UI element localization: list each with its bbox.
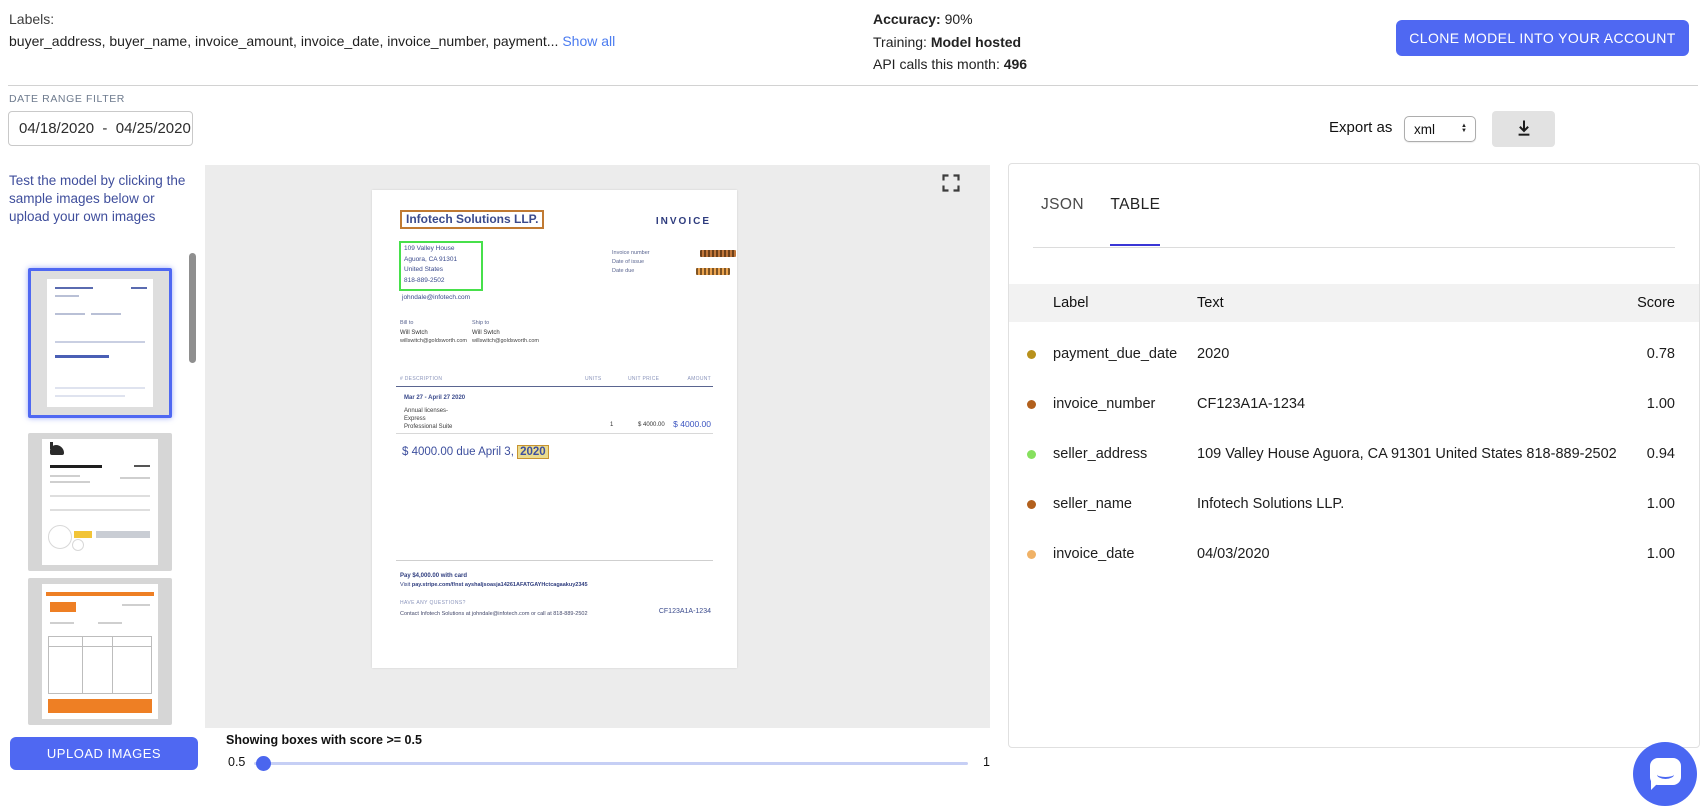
questions-label: HAVE ANY QUESTIONS?	[400, 600, 466, 606]
row-score: 1.00	[1633, 546, 1699, 562]
invoice-meta-labels: Invoice number Date of issue Date due	[612, 249, 650, 276]
pay-link: Visit pay.stripe.com/f/nst ayshaljsoasja…	[400, 582, 588, 588]
export-format-select[interactable]: xml ▲▼	[1404, 116, 1476, 142]
thumbnail-scrollbar[interactable]	[189, 253, 196, 363]
slider-max-label: 1	[983, 755, 990, 769]
export-as-label: Export as	[1329, 119, 1392, 136]
row-score: 0.78	[1633, 346, 1699, 362]
label-color-dot	[1027, 550, 1036, 559]
table-row[interactable]: invoice_date 04/03/2020 1.00	[1009, 536, 1699, 572]
accuracy-stat: Accuracy: 90%	[873, 8, 1027, 31]
row-label: seller_address	[1053, 446, 1197, 462]
row-text: CF123A1A-1234	[1197, 396, 1633, 412]
upload-images-button[interactable]: UPLOAD IMAGES	[10, 737, 198, 770]
score-threshold-text: Showing boxes with score >= 0.5	[226, 733, 422, 747]
label-color-dot	[1027, 450, 1036, 459]
thumbnail-page	[47, 279, 153, 407]
fullscreen-icon	[941, 181, 961, 196]
slider-min-label: 0.5	[228, 755, 245, 769]
export-format-value: xml	[1405, 122, 1457, 137]
row-label: invoice_date	[1053, 546, 1197, 562]
line-item-unit-price: $ 4000.00	[638, 422, 665, 428]
thumbnail-page	[42, 584, 158, 719]
line-item-description: Annual licenses- Express Professional Su…	[404, 407, 452, 431]
row-score: 1.00	[1633, 496, 1699, 512]
tab-json[interactable]: JSON	[1041, 196, 1084, 244]
table-row[interactable]: seller_name Infotech Solutions LLP. 1.00	[1009, 486, 1699, 522]
ship-to-block: Ship to Will Swtch willswitch@goldsworth…	[472, 320, 539, 344]
row-text: 109 Valley House Aguora, CA 91301 United…	[1197, 446, 1633, 462]
sample-thumbnail-3[interactable]	[28, 578, 172, 725]
amount-due-line: $ 4000.00 due April 3, 2020	[402, 446, 549, 458]
invoice-title: INVOICE	[656, 216, 711, 227]
model-stats: Accuracy: 90% Training: Model hosted API…	[873, 8, 1027, 76]
row-score: 0.94	[1633, 446, 1699, 462]
thumbnail-page	[42, 439, 158, 565]
row-text: Infotech Solutions LLP.	[1197, 496, 1633, 512]
pay-instruction: Pay $4,000.00 with card	[400, 573, 467, 579]
model-test-page: Labels: buyer_address, buyer_name, invoi…	[0, 0, 1706, 811]
header-divider	[8, 85, 1698, 86]
labels-list: buyer_address, buyer_name, invoice_amoun…	[9, 30, 615, 52]
document-preview-panel: Infotech Solutions LLP. INVOICE 109 Vall…	[205, 165, 990, 728]
label-color-dot	[1027, 350, 1036, 359]
score-threshold-slider: 0.5 1	[226, 753, 990, 773]
row-label: seller_name	[1053, 496, 1197, 512]
label-color-dot	[1027, 500, 1036, 509]
bill-to-block: Bill to Will Swtch willswitch@goldsworth…	[400, 320, 467, 344]
payment-due-date-bbox[interactable]: 2020	[517, 445, 549, 459]
row-label: invoice_number	[1053, 396, 1197, 412]
results-tabs: JSON TABLE	[1033, 196, 1675, 248]
select-stepper-icon: ▲▼	[1457, 124, 1471, 134]
training-stat: Training: Model hosted	[873, 31, 1027, 54]
slider-thumb[interactable]	[256, 756, 271, 771]
labels-title: Labels:	[9, 8, 615, 30]
date-range-input[interactable]	[8, 111, 193, 146]
line-item-units: 1	[610, 422, 613, 428]
clone-model-button[interactable]: CLONE MODEL INTO YOUR ACCOUNT	[1396, 20, 1689, 56]
labels-summary: Labels: buyer_address, buyer_name, invoi…	[9, 8, 615, 52]
table-row[interactable]: invoice_number CF123A1A-1234 1.00	[1009, 386, 1699, 422]
results-table: Label Text Score payment_due_date 2020 0…	[1009, 284, 1699, 572]
date-due-bbox[interactable]	[696, 268, 730, 275]
contact-line: Contact Infotech Solutions at johndale@i…	[400, 611, 588, 617]
row-text: 2020	[1197, 346, 1633, 362]
label-color-dot	[1027, 400, 1036, 409]
download-icon	[1514, 118, 1534, 141]
row-score: 1.00	[1633, 396, 1699, 412]
seller-name-bbox[interactable]: Infotech Solutions LLP.	[400, 210, 544, 229]
date-range-filter-label: DATE RANGE FILTER	[9, 93, 125, 105]
sample-image-list	[8, 245, 198, 725]
row-text: 04/03/2020	[1197, 546, 1633, 562]
table-row[interactable]: seller_address 109 Valley House Aguora, …	[1009, 436, 1699, 472]
slider-track[interactable]	[254, 762, 968, 765]
sidebar-hint-text: Test the model by clicking the sample im…	[9, 172, 191, 226]
show-all-link[interactable]: Show all	[562, 33, 615, 49]
sample-thumbnail-1[interactable]	[28, 268, 172, 418]
billing-period: Mar 27 - April 27 2020	[404, 395, 465, 401]
table-row[interactable]: payment_due_date 2020 0.78	[1009, 336, 1699, 372]
invoice-ref-number: CF123A1A-1234	[659, 608, 711, 615]
chat-launcher-button[interactable]	[1633, 742, 1697, 806]
sample-thumbnail-2[interactable]	[28, 433, 172, 571]
seller-email: johndale@infotech.com	[402, 294, 470, 301]
results-table-header: Label Text Score	[1009, 284, 1699, 322]
seller-address-bbox[interactable]: 109 Valley House Aguora, CA 91301 United…	[399, 241, 483, 291]
line-item-amount: $ 4000.00	[673, 419, 711, 429]
fullscreen-button[interactable]	[940, 173, 962, 195]
tab-table[interactable]: TABLE	[1110, 196, 1160, 246]
results-panel: JSON TABLE Label Text Score payment_due_…	[1008, 163, 1700, 748]
row-label: payment_due_date	[1053, 346, 1197, 362]
download-button[interactable]	[1492, 111, 1555, 147]
api-calls-stat: API calls this month: 496	[873, 53, 1027, 76]
invoice-document[interactable]: Infotech Solutions LLP. INVOICE 109 Vall…	[372, 190, 737, 668]
invoice-number-bbox[interactable]	[700, 250, 736, 257]
